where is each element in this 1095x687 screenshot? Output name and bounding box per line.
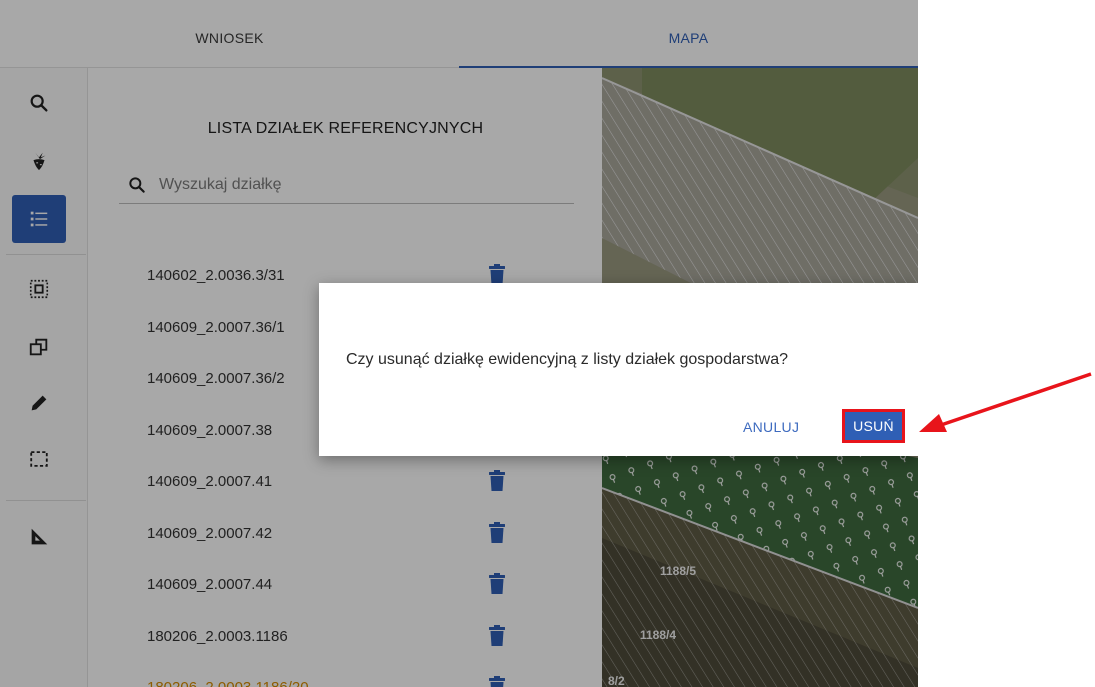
cancel-button[interactable]: ANULUJ — [743, 415, 799, 439]
dialog-message: Czy usunąć działkę ewidencyjną z listy d… — [346, 351, 788, 368]
confirm-delete-dialog: Czy usunąć działkę ewidencyjną z listy d… — [319, 283, 918, 456]
app-window: WNIOSEK MAPA LISTA DZIAŁEK REFERENCYJNYC… — [0, 0, 918, 687]
annotation-arrow — [919, 372, 1092, 432]
delete-confirm-button[interactable]: USUŃ — [842, 409, 905, 443]
